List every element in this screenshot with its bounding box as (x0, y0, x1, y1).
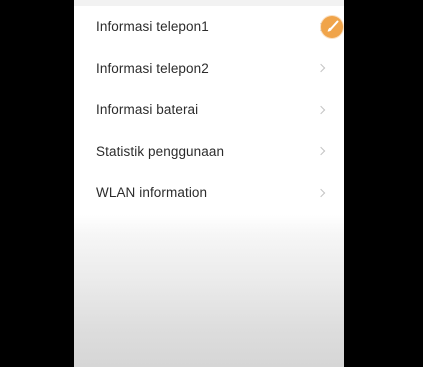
video-frame: Informasi telepon1 Informasi telepon2 In… (0, 0, 423, 367)
menu-item-usage-statistics[interactable]: Statistik penggunaan (74, 131, 344, 173)
menu-item-label: Informasi baterai (96, 102, 199, 118)
menu-item-label: Informasi telepon1 (96, 19, 209, 35)
menu-item-label: WLAN information (96, 185, 208, 201)
menu-item-phone-info-1[interactable]: Informasi telepon1 (74, 6, 344, 48)
settings-menu-list: Informasi telepon1 Informasi telepon2 In… (74, 6, 344, 214)
chevron-right-icon (316, 64, 326, 73)
chevron-right-icon (316, 147, 326, 156)
paintbrush-icon (327, 20, 339, 32)
phone-screen: Informasi telepon1 Informasi telepon2 In… (74, 0, 344, 367)
menu-item-phone-info-2[interactable]: Informasi telepon2 (74, 48, 344, 90)
menu-item-wlan-information[interactable]: WLAN information (74, 172, 344, 214)
floating-ball-button[interactable] (321, 16, 343, 38)
menu-item-label: Statistik penggunaan (96, 143, 225, 159)
menu-item-label: Informasi telepon2 (96, 60, 209, 76)
chevron-right-icon (316, 188, 326, 197)
menu-item-battery-info[interactable]: Informasi baterai (74, 89, 344, 131)
chevron-right-icon (316, 105, 326, 114)
